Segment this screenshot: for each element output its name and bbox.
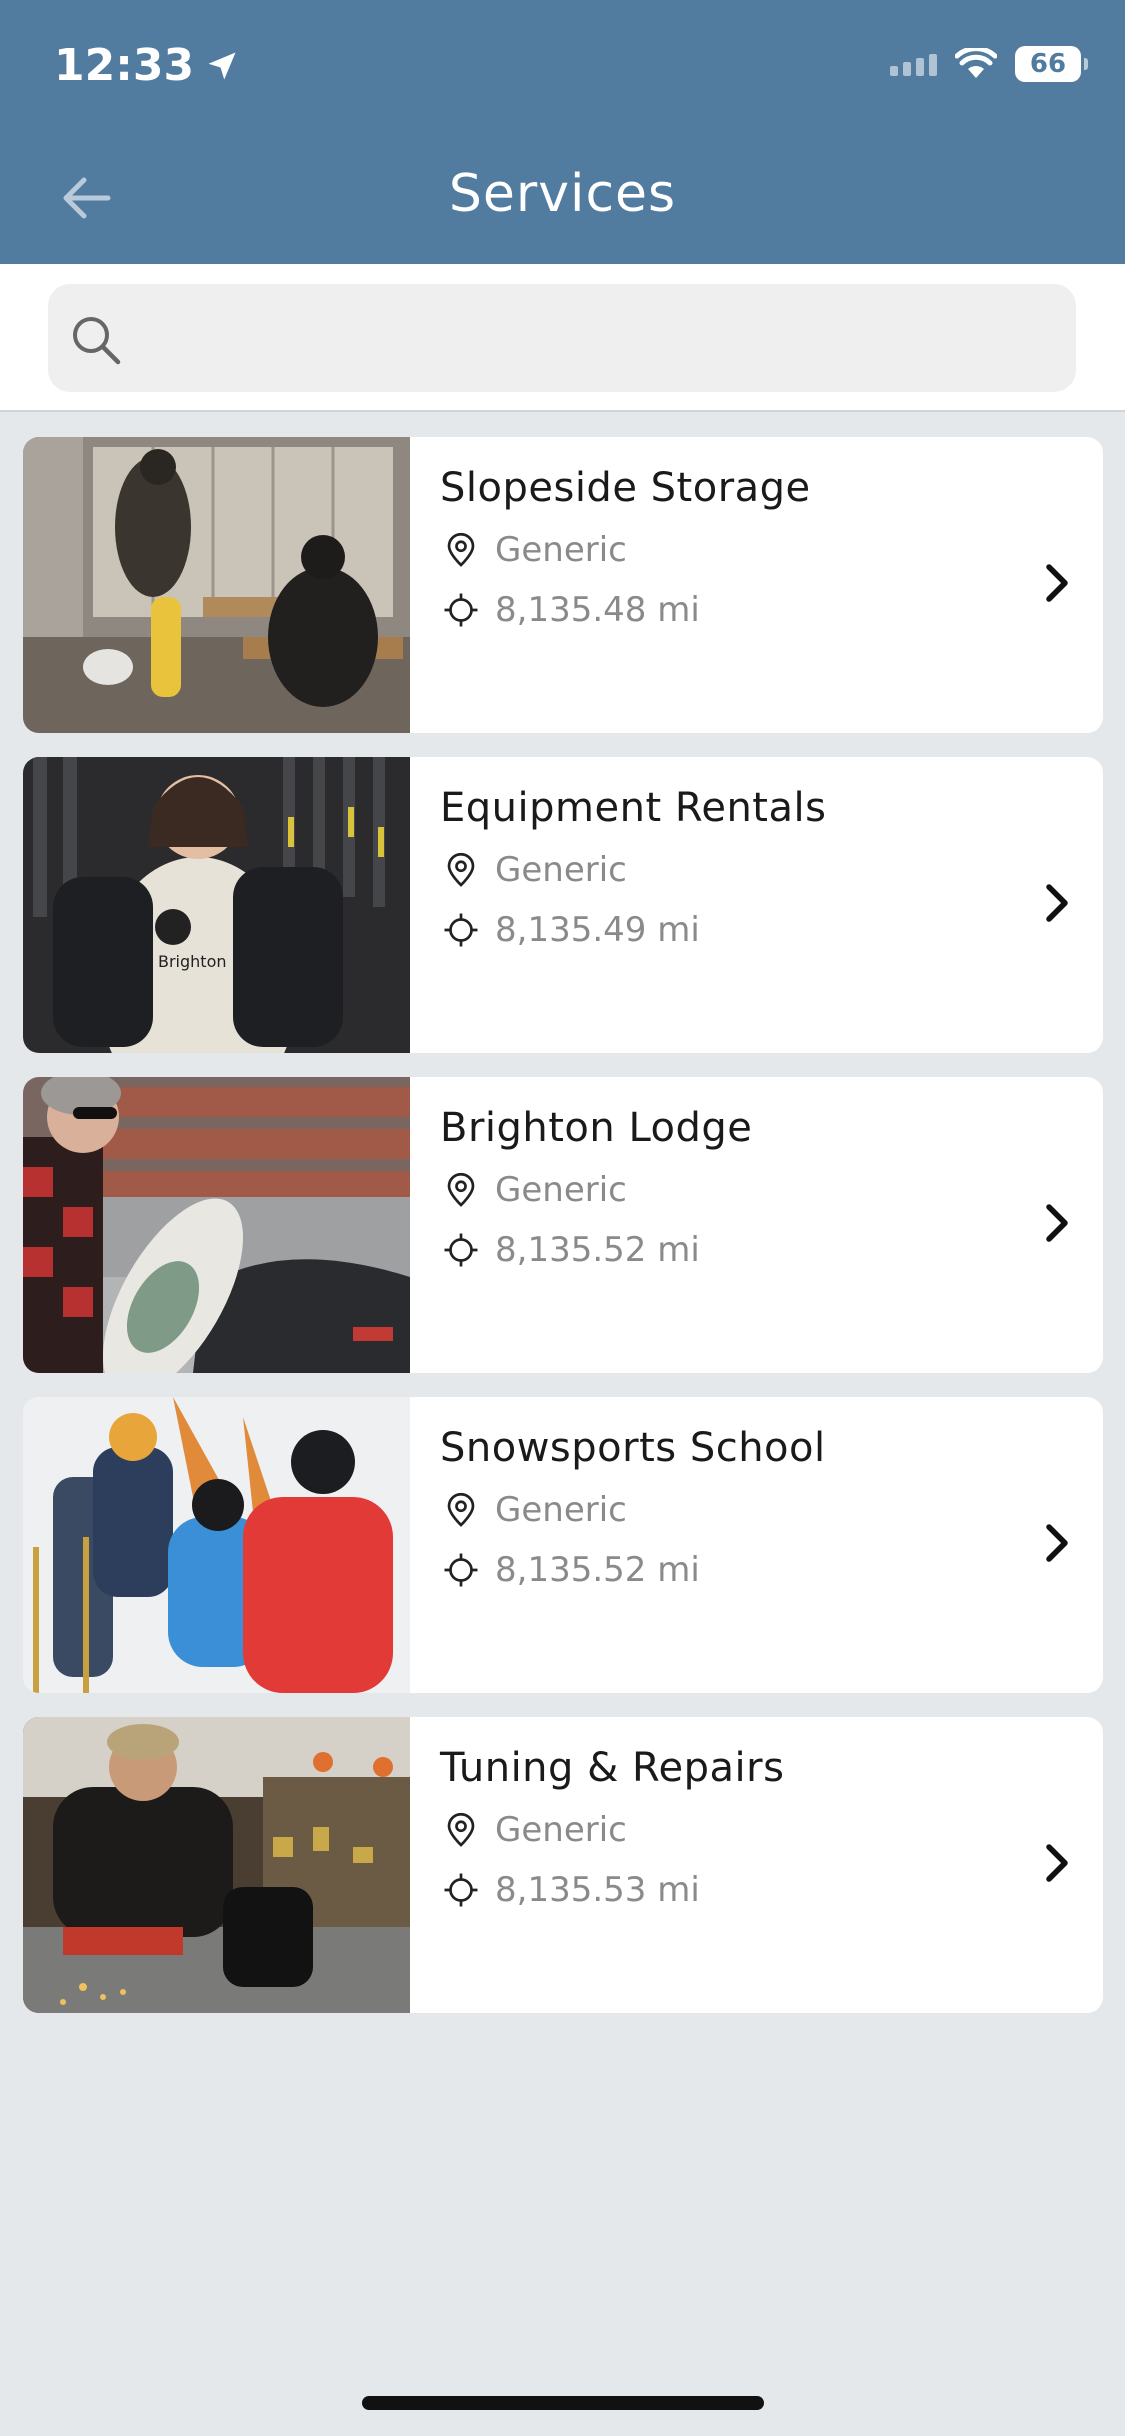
search-input[interactable] — [148, 284, 1048, 392]
service-card-snowsports-school[interactable]: Snowsports School Generic 8,135.52 mi — [23, 1397, 1103, 1693]
service-category: Generic — [443, 1490, 627, 1530]
service-distance: 8,135.52 mi — [443, 1550, 700, 1590]
service-name: Snowsports School — [440, 1425, 826, 1471]
crosshair-icon — [444, 913, 478, 947]
battery-level: 66 — [1029, 49, 1067, 79]
service-distance: 8,135.52 mi — [443, 1230, 700, 1270]
crosshair-icon — [444, 1873, 478, 1907]
location-pin-icon — [447, 1812, 475, 1847]
service-distance: 8,135.48 mi — [443, 590, 700, 630]
service-name: Brighton Lodge — [440, 1105, 753, 1151]
signal-icon — [890, 52, 937, 76]
chevron-right-icon — [1046, 1204, 1068, 1242]
service-distance-label: 8,135.52 mi — [495, 1550, 700, 1590]
service-distance: 8,135.53 mi — [443, 1870, 700, 1910]
svg-text:Brighton: Brighton — [158, 952, 227, 971]
service-distance-label: 8,135.53 mi — [495, 1870, 700, 1910]
status-time-text: 12:33 — [54, 40, 195, 91]
search-box[interactable] — [48, 284, 1076, 392]
chevron-right-icon — [1046, 1524, 1068, 1562]
service-category-label: Generic — [495, 850, 627, 890]
service-image: Brighton — [23, 757, 410, 1053]
services-list: Slopeside Storage Generic 8,135.48 mi Br… — [23, 437, 1103, 2037]
location-arrow-icon — [208, 52, 236, 79]
status-indicators: 66 — [890, 46, 1088, 82]
service-category: Generic — [443, 1170, 627, 1210]
wifi-icon — [955, 48, 997, 78]
location-pin-icon — [447, 852, 475, 887]
service-image — [23, 437, 410, 733]
service-name: Slopeside Storage — [440, 465, 811, 511]
location-pin-icon — [447, 1492, 475, 1527]
home-indicator[interactable] — [362, 2396, 764, 2410]
service-distance: 8,135.49 mi — [443, 910, 700, 950]
service-card-slopeside-storage[interactable]: Slopeside Storage Generic 8,135.48 mi — [23, 437, 1103, 733]
service-category-label: Generic — [495, 530, 627, 570]
service-category: Generic — [443, 1810, 627, 1850]
battery-icon: 66 — [1015, 46, 1088, 82]
status-time: 12:33 — [54, 40, 240, 91]
service-name: Equipment Rentals — [440, 785, 827, 831]
chevron-right-icon — [1046, 1844, 1068, 1882]
service-category: Generic — [443, 530, 627, 570]
crosshair-icon — [444, 593, 478, 627]
crosshair-icon — [444, 1553, 478, 1587]
service-card-tuning-repairs[interactable]: Tuning & Repairs Generic 8,135.53 mi — [23, 1717, 1103, 2013]
service-category: Generic — [443, 850, 627, 890]
page-title: Services — [448, 164, 677, 224]
service-card-equipment-rentals[interactable]: Brighton Equipment Rentals Generic 8,135… — [23, 757, 1103, 1053]
crosshair-icon — [444, 1233, 478, 1267]
service-category-label: Generic — [495, 1810, 627, 1850]
chevron-right-icon — [1046, 884, 1068, 922]
service-category-label: Generic — [495, 1490, 627, 1530]
search-bar — [0, 264, 1125, 412]
chevron-right-icon — [1046, 564, 1068, 602]
search-icon — [73, 317, 121, 365]
location-pin-icon — [447, 1172, 475, 1207]
service-card-brighton-lodge[interactable]: Brighton Lodge Generic 8,135.52 mi — [23, 1077, 1103, 1373]
location-pin-icon — [447, 532, 475, 567]
service-image — [23, 1397, 410, 1693]
service-distance-label: 8,135.52 mi — [495, 1230, 700, 1270]
service-distance-label: 8,135.48 mi — [495, 590, 700, 630]
service-distance-label: 8,135.49 mi — [495, 910, 700, 950]
app-header: 12:33 66 Services — [0, 0, 1125, 264]
service-category-label: Generic — [495, 1170, 627, 1210]
service-name: Tuning & Repairs — [440, 1745, 785, 1791]
service-image — [23, 1717, 410, 2013]
service-image — [23, 1077, 410, 1373]
